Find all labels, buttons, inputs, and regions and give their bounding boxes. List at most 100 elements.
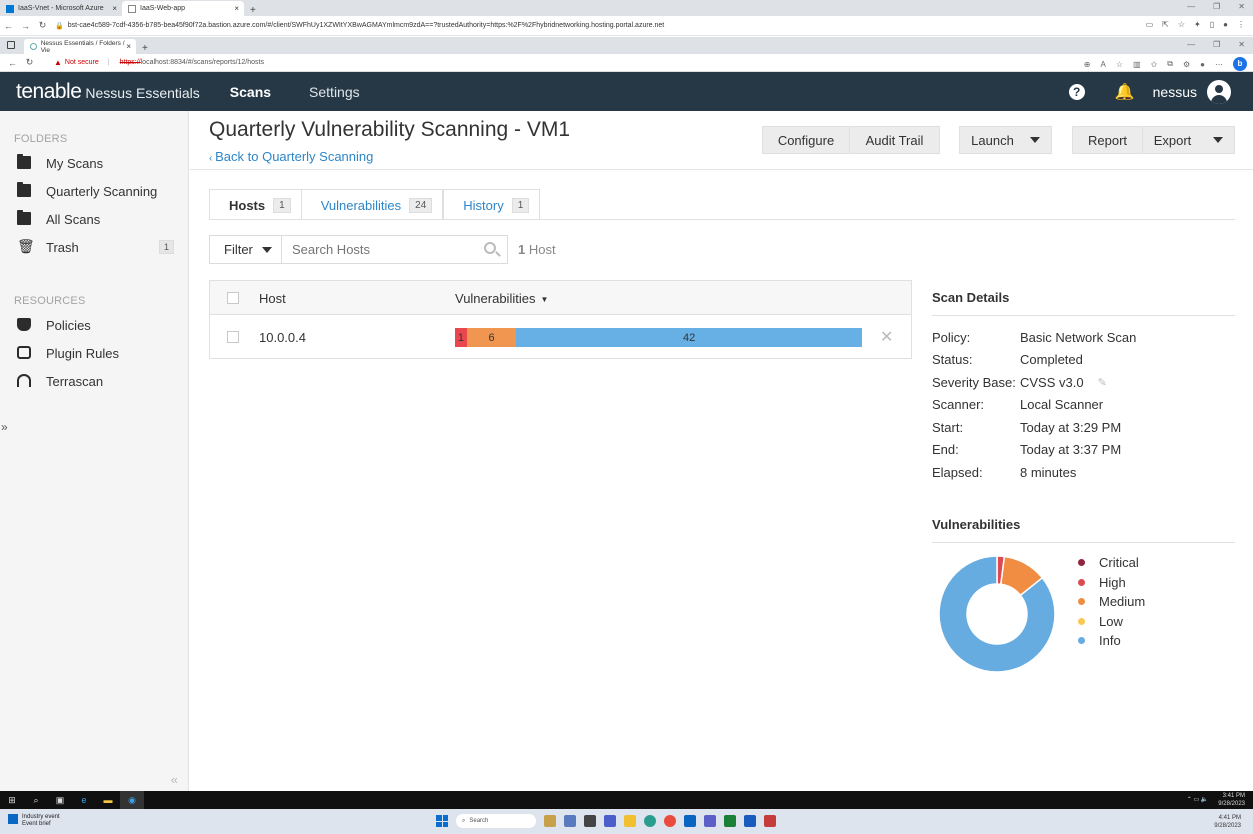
new-tab-button[interactable]: + [136,43,154,54]
chrome-icon[interactable] [664,815,676,827]
sidebar-item-plugin-rules[interactable]: Plugin Rules [0,339,188,367]
not-secure-badge[interactable]: ▲ Not secure | [54,58,110,67]
app-icon[interactable] [544,815,556,827]
app-icon[interactable] [604,815,616,827]
column-header-vulnerabilities[interactable]: Vulnerabilities ▼ [455,291,548,306]
teams-icon[interactable] [704,815,716,827]
close-icon[interactable]: × [126,42,131,51]
launch-button[interactable]: Launch [959,126,1052,154]
tab-hosts[interactable]: Hosts 1 [209,189,302,220]
read-aloud-icon[interactable]: A [1100,60,1105,69]
share-icon[interactable]: ⇱ [1162,20,1169,29]
sidepanel-icon[interactable]: ▯ [1210,20,1214,29]
new-tab-button[interactable]: + [244,5,262,16]
extensions-icon[interactable]: ⚙ [1183,60,1190,69]
report-button[interactable]: Report [1072,126,1143,154]
inner-tab-nessus[interactable]: Nessus Essentials / Folders / Vie × [24,39,136,54]
profile-icon[interactable]: ● [1200,60,1205,69]
bell-icon[interactable]: 🔔 [1115,82,1135,102]
extensions-icon[interactable]: ✦ [1194,20,1201,29]
collections-icon[interactable]: ⧉ [1167,59,1173,69]
menu-icon[interactable]: ⋮ [1237,20,1245,29]
table-row[interactable]: 10.0.0.4 1 6 42 ✕ [210,315,911,359]
legend-item[interactable]: Medium [1078,592,1145,612]
minimize-icon[interactable]: — [1187,40,1195,49]
tab-actions-icon[interactable] [7,41,15,49]
sidebar-item-all-scans[interactable]: All Scans [0,205,188,233]
host-clock[interactable]: 4:41 PM 9/28/2023 [1214,814,1241,830]
inner-url-field[interactable]: https://localhost:8834/#/scans/reports/1… [120,59,264,66]
expand-chevron-icon[interactable]: » [1,420,8,434]
inner-clock[interactable]: 3:41 PM 9/28/2023 [1218,792,1245,808]
nav-scans[interactable]: Scans [230,84,271,100]
legend-item[interactable]: Critical [1078,553,1145,573]
tab-vulnerabilities[interactable]: Vulnerabilities 24 [301,189,444,220]
search-icon[interactable] [484,242,496,254]
audit-trail-button[interactable]: Audit Trail [849,126,940,154]
username[interactable]: nessus [1153,84,1197,100]
close-icon[interactable]: × [234,4,239,13]
restore-icon[interactable]: ❐ [1213,40,1220,49]
tab-history[interactable]: History 1 [443,189,541,220]
vulnerabilities-donut-chart[interactable] [938,555,1056,673]
edge-icon[interactable] [644,815,656,827]
edge-active-icon[interactable]: ◉ [120,791,144,809]
sidebar-item-my-scans[interactable]: My Scans [0,149,188,177]
app-icon[interactable] [724,815,736,827]
task-view-icon[interactable]: ▣ [48,795,72,806]
host-ip[interactable]: 10.0.0.4 [259,330,306,345]
word-icon[interactable] [744,815,756,827]
close-icon[interactable]: ✕ [1238,40,1245,49]
menu-icon[interactable]: ⋯ [1215,60,1223,69]
tenable-logo[interactable]: tenable Nessus Essentials [16,80,200,104]
edge-icon[interactable]: e [72,795,96,805]
split-icon[interactable]: ▥ [1133,60,1141,69]
vulnerability-bar-segment[interactable]: 6 [466,328,517,347]
close-icon[interactable]: ✕ [1238,2,1245,11]
vulnerability-bar-segment[interactable]: 1 [455,328,467,347]
sidebar-item-trash[interactable]: 🗑 Trash 1 [0,233,188,261]
back-link[interactable]: ‹ Back to Quarterly Scanning [209,149,373,164]
legend-item[interactable]: Info [1078,631,1145,651]
minimize-icon[interactable]: — [1187,2,1195,11]
filter-button[interactable]: Filter [209,235,282,264]
favorite-icon[interactable]: ☆ [1116,60,1123,69]
forward-arrow-icon[interactable]: → [17,21,34,31]
app-icon[interactable] [564,815,576,827]
restore-icon[interactable]: ❐ [1213,2,1220,11]
search-hosts-input[interactable] [282,235,508,264]
widgets-event[interactable]: Industry event Event brief [8,814,60,828]
column-header-host[interactable]: Host [259,291,286,306]
windows-start-icon[interactable] [436,815,448,827]
vulnerability-bar-segment[interactable]: 42 [516,328,862,347]
star-icon[interactable]: ☆ [1178,20,1185,29]
file-explorer-icon[interactable] [624,815,636,827]
vulnerability-bar[interactable]: 1 6 42 [455,328,862,347]
windows-start-icon[interactable]: ⊞ [0,795,24,806]
export-button[interactable]: Export [1142,126,1235,154]
edit-pencil-icon[interactable]: ✎ [1098,376,1107,389]
back-arrow-icon[interactable]: ← [0,21,17,31]
legend-item[interactable]: High [1078,573,1145,593]
favorites-icon[interactable]: ✩ [1151,60,1158,69]
configure-button[interactable]: Configure [762,126,850,154]
help-icon[interactable]: ? [1068,84,1085,100]
row-checkbox[interactable] [227,331,239,343]
file-explorer-icon[interactable]: ▬ [96,795,120,805]
bing-icon[interactable]: b [1233,57,1247,71]
remove-host-icon[interactable]: ✕ [880,327,893,347]
profile-icon[interactable]: ● [1223,20,1228,29]
cast-icon[interactable]: ▭ [1146,20,1154,29]
outlook-icon[interactable] [684,815,696,827]
nav-settings[interactable]: Settings [309,84,360,100]
search-icon[interactable]: ⌕ [24,795,48,806]
outer-tab-azure[interactable]: IaaS-Vnet - Microsoft Azure × [0,1,122,16]
tray-icons[interactable]: ⌃ ▭ 🔈 [1187,796,1209,804]
sidebar-item-terrascan[interactable]: Terrascan [0,367,188,395]
sidebar-item-policies[interactable]: Policies [0,311,188,339]
back-arrow-icon[interactable]: ← [4,58,21,68]
outer-tab-webapp[interactable]: IaaS-Web-app × [122,1,244,16]
legend-item[interactable]: Low [1078,612,1145,632]
zoom-icon[interactable]: ⊕ [1084,60,1091,69]
avatar[interactable] [1207,80,1231,104]
